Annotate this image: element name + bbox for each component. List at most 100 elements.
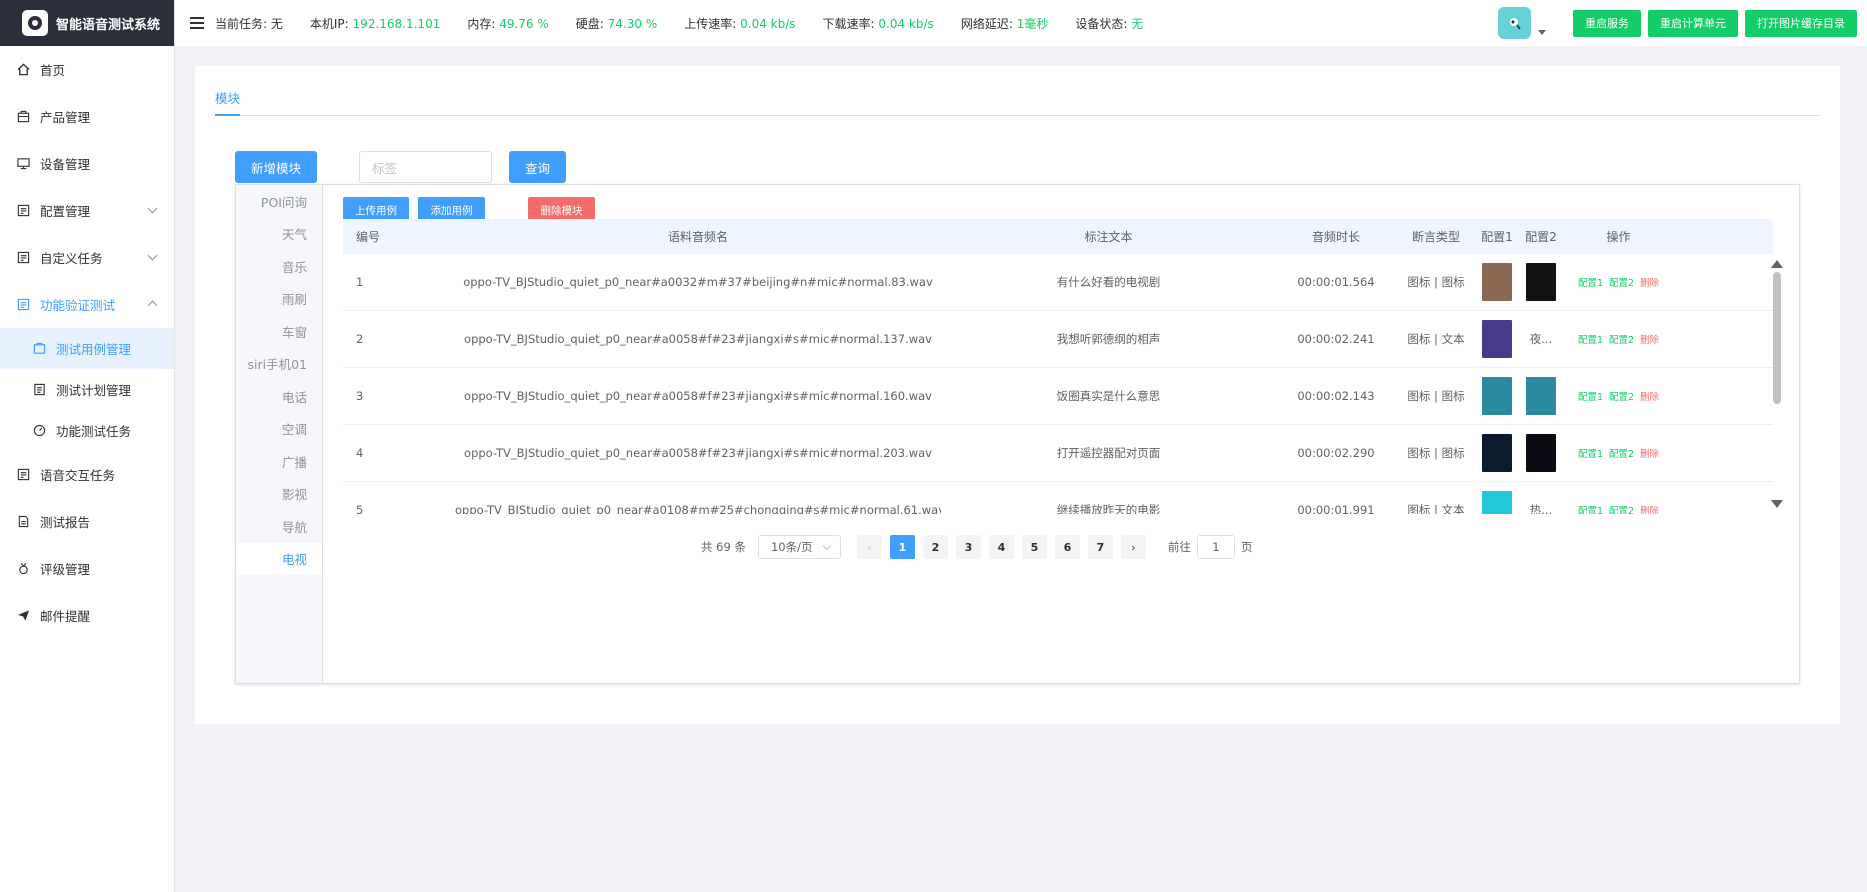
config1-link[interactable]: 配置1 (1578, 278, 1603, 289)
avatar[interactable] (1498, 7, 1531, 39)
cell-actions: 配置1 配置2 删除 (1564, 275, 1673, 289)
sidebar-item-devices[interactable]: 设备管理 (0, 140, 174, 187)
cell-annotation-text: 我想听郭德纲的相声 (1056, 332, 1161, 346)
config2-link[interactable]: 配置2 (1609, 335, 1634, 346)
sidebar-item-reports[interactable]: 测试报告 (0, 498, 174, 545)
sidebar-item-verify[interactable]: 功能验证测试 (0, 281, 174, 328)
cell-audio-name: oppo-TV_BJStudio_quiet_p0_near#a0058#f#2… (464, 332, 932, 346)
config2-thumbnail[interactable] (1526, 377, 1556, 415)
avatar-dropdown-icon[interactable] (1538, 29, 1546, 35)
config2-link[interactable]: 配置2 (1609, 449, 1634, 460)
col-header-config1: 配置1 (1481, 230, 1513, 244)
module-item[interactable]: 影视 (236, 478, 322, 511)
page-number-button[interactable]: 2 (922, 535, 948, 559)
module-item[interactable]: siri手机01 (236, 348, 322, 381)
module-item[interactable]: 音乐 (236, 250, 322, 283)
sidebar-item-config[interactable]: 配置管理 (0, 187, 174, 234)
open-image-cache-button[interactable]: 打开图片缓存目录 (1745, 9, 1857, 37)
config1-link[interactable]: 配置1 (1578, 335, 1603, 346)
module-item[interactable]: 雨刷 (236, 283, 322, 316)
monitor-icon (16, 157, 30, 171)
query-button[interactable]: 查询 (509, 151, 566, 183)
page-number-button[interactable]: 3 (955, 535, 981, 559)
module-item[interactable]: 电视 (236, 542, 322, 575)
config1-thumbnail[interactable] (1482, 263, 1512, 301)
sidebar-subitem-test-plans[interactable]: 测试计划管理 (0, 369, 174, 410)
page-number-button[interactable]: 7 (1087, 535, 1113, 559)
cell-annotation-text: 有什么好看的电视剧 (1056, 275, 1161, 289)
module-item[interactable]: 导航 (236, 510, 322, 543)
config1-link[interactable]: 配置1 (1578, 506, 1603, 514)
page-number-button[interactable]: 6 (1054, 535, 1080, 559)
user-avatar-icon (1509, 18, 1521, 30)
delete-link[interactable]: 删除 (1640, 335, 1659, 346)
send-icon (16, 609, 30, 623)
delete-link[interactable]: 删除 (1640, 392, 1659, 403)
col-header-config2: 配置2 (1525, 230, 1557, 244)
config2-link[interactable]: 配置2 (1609, 506, 1634, 514)
sidebar-item-custom-task[interactable]: 自定义任务 (0, 234, 174, 281)
app-logo: 智能语音测试系统 (0, 0, 174, 46)
status-current-task: 当前任务: 无 (215, 16, 283, 31)
page-number-button[interactable]: 1 (889, 535, 915, 559)
sidebar-item-products[interactable]: 产品管理 (0, 93, 174, 140)
module-item[interactable]: POI问询 (236, 185, 322, 218)
menu-toggle-icon[interactable] (190, 17, 204, 29)
config1-link[interactable]: 配置1 (1578, 449, 1603, 460)
cell-annotation-text: 打开遥控器配对页面 (1056, 446, 1161, 460)
rating-icon (16, 562, 30, 576)
module-item[interactable]: 车窗 (236, 315, 322, 348)
config1-link[interactable]: 配置1 (1578, 392, 1603, 403)
page-number-button[interactable]: 4 (988, 535, 1014, 559)
config2-link[interactable]: 配置2 (1609, 278, 1634, 289)
config2-thumbnail[interactable] (1526, 263, 1556, 301)
restart-service-button[interactable]: 重启服务 (1573, 9, 1641, 37)
page-unit-label: 页 (1240, 540, 1253, 554)
page-size-select[interactable]: 10条/页 (757, 535, 841, 559)
sidebar-subitem-test-cases[interactable]: 测试用例管理 (0, 328, 174, 369)
col-header-id: 编号 (356, 230, 381, 244)
config2-link[interactable]: 配置2 (1609, 392, 1634, 403)
table-scrollbar[interactable] (1771, 260, 1783, 508)
config2-thumbnail[interactable] (1526, 434, 1556, 472)
sidebar-item-label: 设备管理 (40, 157, 91, 172)
scroll-thumb[interactable] (1773, 272, 1781, 404)
sidebar-subitem-function-tasks[interactable]: 功能测试任务 (0, 410, 174, 451)
app-title: 智能语音测试系统 (56, 17, 161, 33)
sidebar: 智能语音测试系统 首页 产品管理 设备管理 配置管理 自定义任务 功能验证测试 (0, 0, 175, 892)
prev-page-button[interactable]: ‹ (856, 535, 882, 559)
goto-page-input[interactable]: 1 (1196, 535, 1235, 559)
scroll-down-icon[interactable] (1771, 500, 1783, 508)
delete-link[interactable]: 删除 (1640, 449, 1659, 460)
top-status-bar: 当前任务: 无 本机IP: 192.168.1.101 内存: 49.76 % … (175, 0, 1867, 46)
cell-config2 (1518, 434, 1564, 472)
add-module-button[interactable]: 新增模块 (235, 151, 317, 183)
restart-compute-unit-button[interactable]: 重启计算单元 (1648, 9, 1738, 37)
cell-assert-type: 图标 | 文本 (1407, 332, 1465, 346)
config1-thumbnail[interactable] (1482, 434, 1512, 472)
config1-thumbnail[interactable] (1482, 491, 1512, 514)
config1-thumbnail[interactable] (1482, 320, 1512, 358)
cell-assert-type: 图标 | 图标 (1407, 446, 1465, 460)
delete-link[interactable]: 删除 (1640, 278, 1659, 289)
tab-module[interactable]: 模块 (215, 88, 241, 116)
scroll-up-icon[interactable] (1771, 260, 1783, 268)
sidebar-item-mail[interactable]: 邮件提醒 (0, 592, 174, 639)
delete-link[interactable]: 删除 (1640, 506, 1659, 514)
sidebar-item-home[interactable]: 首页 (0, 46, 174, 93)
module-item[interactable]: 电话 (236, 380, 322, 413)
page-number-button[interactable]: 5 (1021, 535, 1047, 559)
cell-duration: 00:00:02.290 (1297, 446, 1375, 460)
case-table: 编号 语料音频名 标注文本 音频时长 断言类型 配置1 配置2 操作 1 opp… (343, 219, 1773, 514)
config1-thumbnail[interactable] (1482, 377, 1512, 415)
next-page-button[interactable]: › (1120, 535, 1146, 559)
module-item[interactable]: 天气 (236, 218, 322, 251)
cell-annotation-text: 饭圈真实是什么意思 (1056, 389, 1161, 403)
tag-search-input[interactable]: 标签 (359, 151, 492, 183)
sidebar-item-rating[interactable]: 评级管理 (0, 545, 174, 592)
sidebar-item-voice-task[interactable]: 语音交互任务 (0, 451, 174, 498)
cell-id: 3 (356, 389, 364, 403)
status-disk: 硬盘: 74.30 % (575, 16, 658, 31)
module-item[interactable]: 广播 (236, 445, 322, 478)
module-item[interactable]: 空调 (236, 413, 322, 446)
